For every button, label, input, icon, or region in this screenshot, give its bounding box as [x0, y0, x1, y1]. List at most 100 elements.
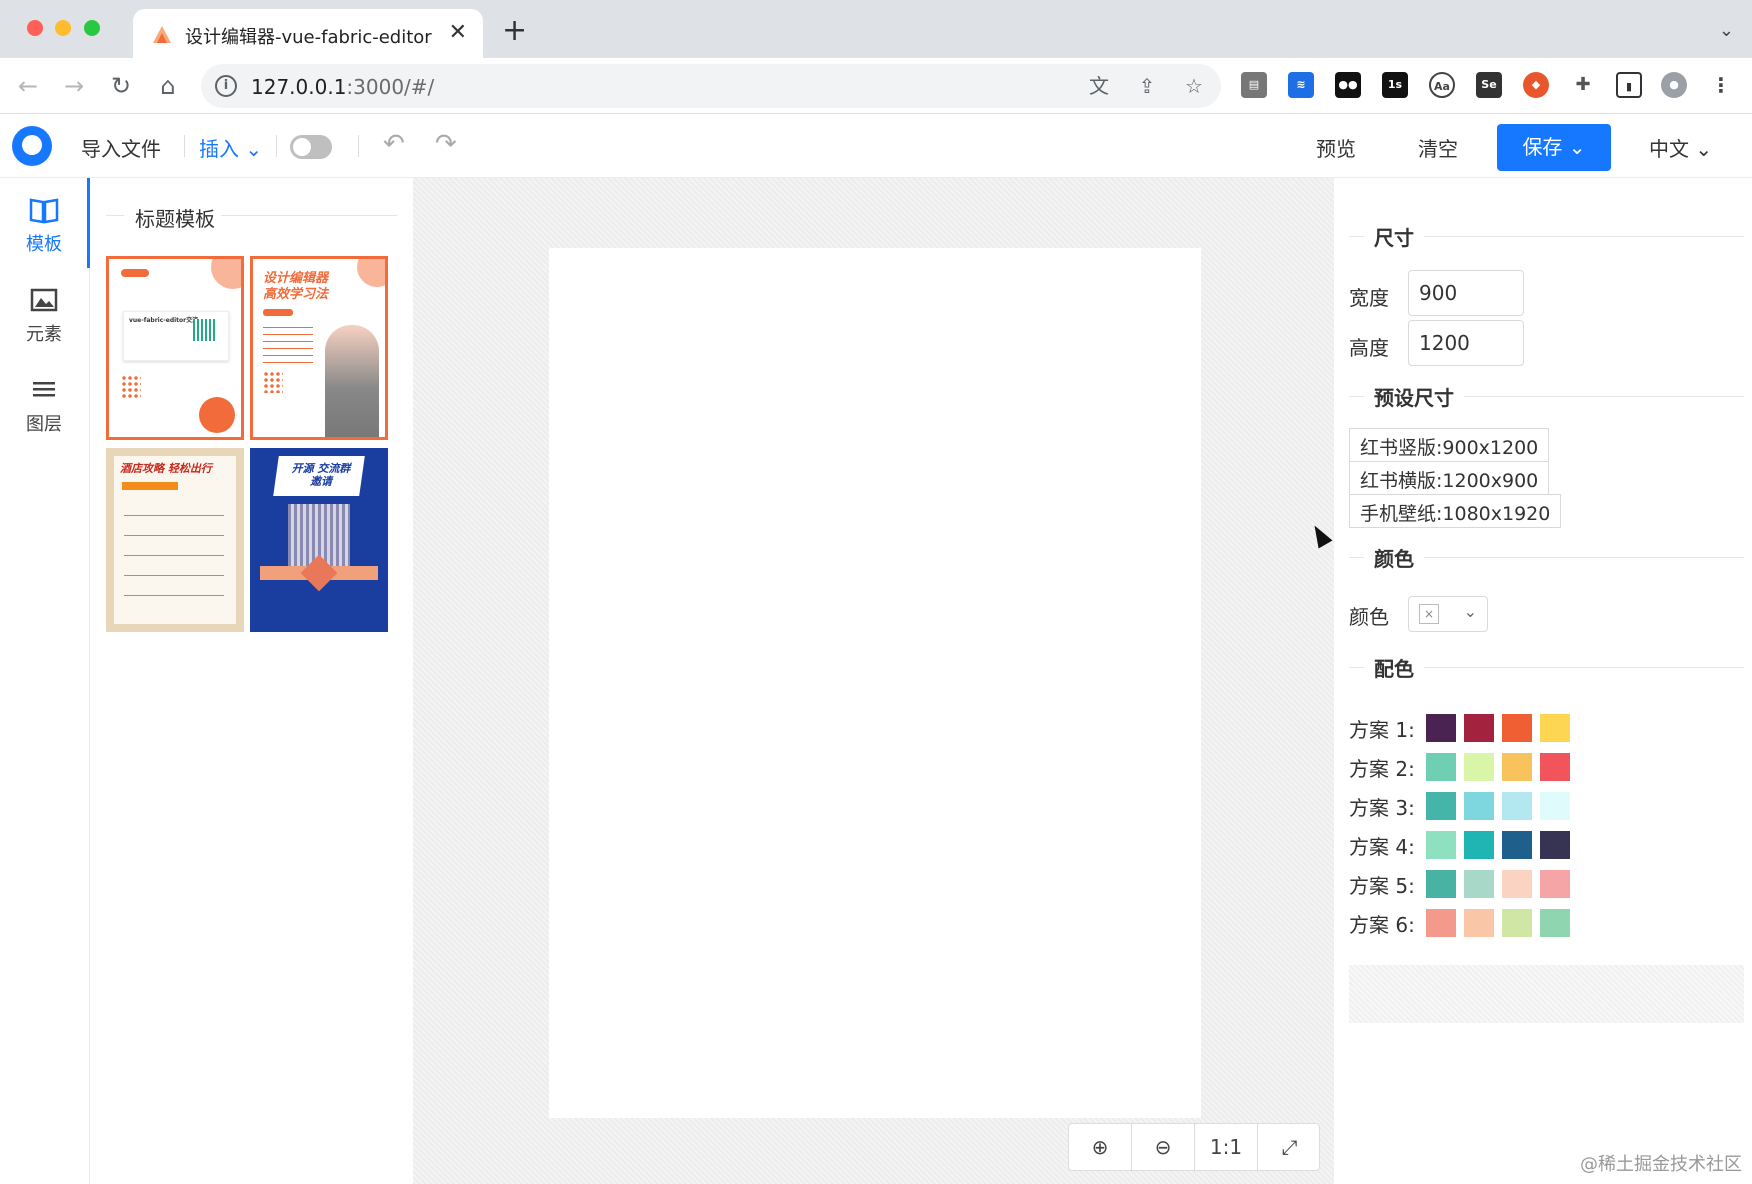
- browser-tab[interactable]: 设计编辑器-vue-fabric-editor ✕: [133, 9, 483, 58]
- canvas-workspace[interactable]: ⊕ ⊖ 1:1 ⤢: [413, 178, 1334, 1184]
- color-swatch: [1540, 831, 1570, 859]
- url-text: 127.0.0.1:3000/#/: [251, 75, 435, 99]
- window-close-button[interactable]: [27, 20, 43, 36]
- ruler-toggle[interactable]: [290, 135, 332, 159]
- color-swatch: [1426, 870, 1456, 898]
- divider: [215, 215, 397, 216]
- height-input[interactable]: [1408, 320, 1524, 366]
- zoom-reset-button[interactable]: 1:1: [1195, 1124, 1258, 1170]
- home-button[interactable]: ⌂: [152, 70, 184, 102]
- template-thumbnail[interactable]: 设计编辑器 高效学习法: [250, 256, 388, 440]
- scheme-label: 方案 6:: [1349, 913, 1415, 937]
- window-minimize-button[interactable]: [55, 20, 71, 36]
- window-maximize-button[interactable]: [84, 20, 100, 36]
- section-title-size: 尺寸: [1364, 222, 1424, 251]
- scheme-row[interactable]: 方案 6:: [1334, 909, 1752, 939]
- color-swatch: [1426, 714, 1456, 742]
- bookmark-star-icon[interactable]: ☆: [1182, 74, 1206, 98]
- preset-size-option[interactable]: 红书横版:1200x900: [1349, 461, 1550, 495]
- empty-panel-area: [1349, 965, 1744, 1023]
- template-panel: 标题模板 vue-fabric-editor交流 设计编辑器 高效学习法 酒店攻…: [91, 178, 413, 1184]
- color-swatch: [1464, 870, 1494, 898]
- template-text: vue-fabric-editor交流: [129, 317, 199, 324]
- color-label: 颜色: [1349, 605, 1389, 629]
- reload-button[interactable]: ↻: [105, 70, 137, 102]
- preset-size-option[interactable]: 红书竖版:900x1200: [1349, 428, 1550, 462]
- template-thumbnail[interactable]: 酒店攻略 轻松出行: [106, 448, 244, 632]
- app-header: 导入文件 插入 ⌄ ↶ ↷ 预览 清空 保存 ⌄ 中文 ⌄: [0, 115, 1752, 178]
- preset-size-option[interactable]: 手机壁纸:1080x1920: [1349, 494, 1562, 528]
- zoom-in-icon[interactable]: ⊕: [1069, 1124, 1132, 1170]
- side-panel-icon[interactable]: ▮: [1616, 72, 1642, 98]
- site-info-icon[interactable]: i: [215, 75, 237, 97]
- template-thumbnail[interactable]: 开源 交流群邀请: [250, 448, 388, 632]
- clear-button[interactable]: 清空: [1418, 133, 1458, 162]
- divider: [184, 135, 185, 157]
- back-button[interactable]: ←: [12, 70, 44, 102]
- color-swatch: [1502, 870, 1532, 898]
- redo-icon[interactable]: ↷: [435, 129, 457, 159]
- extension-layers-icon[interactable]: ≋: [1288, 72, 1314, 98]
- color-swatch: [1464, 909, 1494, 937]
- color-swatch: [1540, 753, 1570, 781]
- fit-screen-icon[interactable]: ⤢: [1258, 1124, 1321, 1170]
- color-swatch: [1426, 909, 1456, 937]
- color-swatch: [1502, 753, 1532, 781]
- extension-colorful-icon[interactable]: ◆: [1523, 72, 1549, 98]
- image-icon: [29, 286, 59, 316]
- address-bar[interactable]: i 127.0.0.1:3000/#/ 文 ⇪ ☆: [201, 64, 1221, 108]
- browser-titlebar: 设计编辑器-vue-fabric-editor ✕ + ⌄: [0, 0, 1752, 58]
- profile-avatar-icon[interactable]: ●: [1661, 72, 1687, 98]
- scheme-row[interactable]: 方案 5:: [1334, 870, 1752, 900]
- import-file-button[interactable]: 导入文件: [81, 133, 161, 162]
- tab-close-icon[interactable]: ✕: [449, 20, 467, 45]
- github-logo-icon[interactable]: [12, 126, 52, 166]
- language-dropdown[interactable]: 中文 ⌄: [1649, 133, 1712, 162]
- color-swatch: [1540, 714, 1570, 742]
- extension-font-icon[interactable]: Aa: [1429, 72, 1455, 98]
- scheme-row[interactable]: 方案 2:: [1334, 753, 1752, 783]
- browser-menu-icon[interactable]: ⋮: [1708, 72, 1734, 98]
- scheme-row[interactable]: 方案 4:: [1334, 831, 1752, 861]
- template-text: 酒店攻略 轻松出行: [120, 462, 212, 475]
- share-icon[interactable]: ⇪: [1135, 74, 1159, 98]
- forward-button[interactable]: →: [58, 70, 90, 102]
- tab-search-chevron-icon[interactable]: ⌄: [1719, 20, 1734, 41]
- color-picker[interactable]: × ⌄: [1408, 596, 1488, 632]
- color-swatch: [1464, 792, 1494, 820]
- width-input[interactable]: [1408, 270, 1524, 316]
- template-thumbnail[interactable]: vue-fabric-editor交流: [106, 256, 244, 440]
- color-swatch: [1502, 909, 1532, 937]
- zoom-out-icon[interactable]: ⊖: [1132, 1124, 1195, 1170]
- color-swatch: [1464, 753, 1494, 781]
- translate-icon[interactable]: 文: [1087, 74, 1111, 98]
- empty-color-icon: ×: [1419, 604, 1439, 624]
- panel-title: 标题模板: [129, 203, 221, 232]
- save-button[interactable]: 保存 ⌄: [1497, 124, 1611, 171]
- extension-selenium-icon[interactable]: Se: [1476, 72, 1502, 98]
- color-swatch: [1502, 831, 1532, 859]
- extensions-puzzle-icon[interactable]: ✚: [1570, 72, 1596, 98]
- browser-toolbar: ← → ↻ ⌂ i 127.0.0.1:3000/#/ 文 ⇪ ☆ ▤ ≋ ●●…: [0, 58, 1752, 114]
- watermark: @稀土掘金技术社区: [1580, 1154, 1742, 1175]
- scheme-row[interactable]: 方案 3:: [1334, 792, 1752, 822]
- rail-item-elements[interactable]: 元素: [0, 286, 88, 356]
- insert-dropdown[interactable]: 插入 ⌄: [199, 133, 262, 162]
- preview-button[interactable]: 预览: [1316, 133, 1356, 162]
- extension-1s-icon[interactable]: 1s: [1382, 72, 1408, 98]
- extension-glasses-icon[interactable]: ●●: [1335, 72, 1361, 98]
- zoom-controls: ⊕ ⊖ 1:1 ⤢: [1068, 1123, 1320, 1171]
- scheme-label: 方案 1:: [1349, 718, 1415, 742]
- rail-item-templates[interactable]: 模板: [0, 196, 88, 266]
- color-swatch: [1464, 714, 1494, 742]
- height-label: 高度: [1349, 336, 1389, 360]
- chevron-down-icon: ⌄: [245, 137, 263, 161]
- scheme-row[interactable]: 方案 1:: [1334, 714, 1752, 744]
- artboard[interactable]: [549, 248, 1201, 1118]
- undo-icon[interactable]: ↶: [383, 129, 405, 159]
- extension-reader-icon[interactable]: ▤: [1241, 72, 1267, 98]
- rail-item-layers[interactable]: 图层: [0, 376, 88, 446]
- scheme-label: 方案 5:: [1349, 874, 1415, 898]
- new-tab-button[interactable]: +: [502, 16, 527, 46]
- color-swatch: [1540, 792, 1570, 820]
